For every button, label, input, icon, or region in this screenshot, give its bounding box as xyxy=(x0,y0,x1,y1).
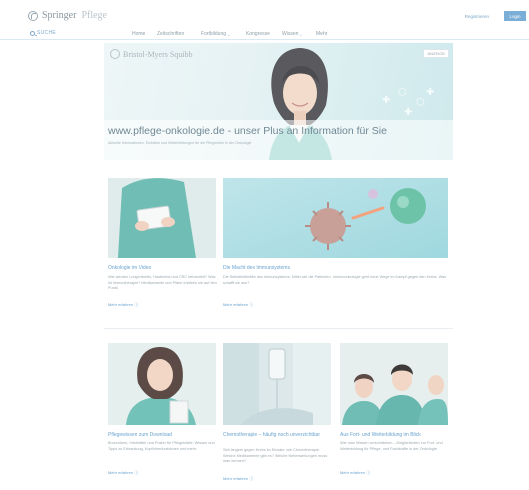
nav-item-zeitschriften[interactable]: Zeitschriften xyxy=(157,31,184,37)
chevron-down-icon: ⌄ xyxy=(227,31,231,37)
card-title[interactable]: Chemotherapie – häufig noch unverzichtba… xyxy=(223,432,333,438)
nav-item-mehr[interactable]: Mehr xyxy=(316,31,327,37)
nav-label: Home xyxy=(132,31,146,37)
more-link[interactable]: Mehr erfahren ⓘ xyxy=(223,302,253,308)
card-text: Seit langem gegen Krebs im Einsatz: wie … xyxy=(223,448,328,464)
nav-item-home[interactable]: Home xyxy=(132,31,145,37)
springer-horse-icon xyxy=(28,10,38,21)
card-title[interactable]: Die Macht des Immunsystems xyxy=(223,265,290,271)
ad-badge: ANZEIGE xyxy=(423,49,449,58)
sponsor-mark-icon xyxy=(110,49,120,59)
sponsor-logo: Bristol-Myers Squibb xyxy=(110,49,193,59)
video-card-image[interactable] xyxy=(108,178,216,258)
chemo-card-image[interactable] xyxy=(223,343,331,425)
register-link[interactable]: Registrieren xyxy=(465,14,489,19)
search-label: SUCHE xyxy=(37,30,57,36)
nurse-tablet-image xyxy=(108,178,216,258)
card-title[interactable]: Aus Fort- und Weiterbildung im Blick xyxy=(340,432,421,438)
brand-sub: Pflege xyxy=(81,10,107,21)
section-divider xyxy=(104,328,453,329)
nav-label: Wissen xyxy=(282,31,299,37)
immune-card-image[interactable] xyxy=(223,178,448,258)
education-card-image[interactable] xyxy=(340,343,448,425)
hero-title: www.pflege-onkologie.de - unser Plus an … xyxy=(108,125,387,137)
nav-label: Mehr xyxy=(316,31,328,37)
nurses-group-image xyxy=(340,343,448,425)
nav-item-kongresse[interactable]: Kongresse xyxy=(246,31,270,37)
search-button[interactable]: SUCHE xyxy=(30,30,56,36)
main-nav: SUCHE Home Zeitschriften Fortbildung ⌄ K… xyxy=(0,28,529,40)
more-link[interactable]: Mehr erfahren ⓘ xyxy=(340,470,370,476)
download-card-image[interactable] xyxy=(108,343,216,425)
card-title[interactable]: Onkologie im Video xyxy=(108,265,151,271)
login-button[interactable]: Login xyxy=(504,11,526,21)
brand-name: Springer xyxy=(42,10,77,21)
nav-label: Fortbildung xyxy=(201,31,227,37)
nav-label: Zeitschriften xyxy=(157,31,185,37)
smiling-nurse-image xyxy=(108,343,216,425)
springer-pflege-logo[interactable]: Springer Pflege xyxy=(28,10,107,21)
sponsor-name: Bristol-Myers Squibb xyxy=(123,49,193,59)
chevron-down-icon: ⌄ xyxy=(299,31,303,37)
card-text: Wie werden Lungenkrebs, Hautkrebs und CR… xyxy=(108,275,217,291)
nav-label: Kongresse xyxy=(246,31,270,37)
search-icon xyxy=(30,30,35,36)
immune-cells-image xyxy=(223,178,448,258)
more-link[interactable]: Mehr erfahren ⓘ xyxy=(108,470,138,476)
nav-item-wissen[interactable]: Wissen ⌄ xyxy=(282,31,303,37)
more-link[interactable]: Mehr erfahren ⓘ xyxy=(108,302,138,308)
hero-banner[interactable]: Bristol-Myers Squibb ANZEIGE ✚ ⬡ ⬡ ✚ ✚ w… xyxy=(104,43,453,160)
card-title[interactable]: Pflegewissen zum Download xyxy=(108,432,172,438)
hero-subtitle: Aktuelle Informationen, Einblicke und We… xyxy=(108,141,252,145)
card-text: Die Selbstheilkräfte des Immunsystems: M… xyxy=(223,275,447,285)
top-header: Springer Pflege Registrieren Login xyxy=(0,0,529,26)
nav-item-fortbildung[interactable]: Fortbildung ⌄ xyxy=(201,31,230,37)
card-text: Wie man Wissen verschränken – Möglichkei… xyxy=(340,441,443,451)
infusion-image xyxy=(223,343,331,425)
more-link[interactable]: Mehr erfahren ⓘ xyxy=(223,476,253,482)
card-text: Broschüren, Infoblätter und Poster für P… xyxy=(108,441,215,451)
